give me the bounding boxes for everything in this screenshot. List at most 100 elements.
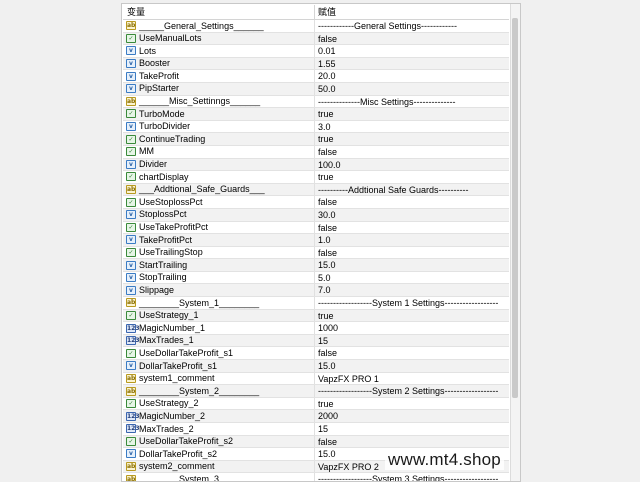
table-row[interactable]: v Slippage 7.0 — [123, 284, 509, 298]
table-row[interactable]: ab ________System_1________ --------------… — [123, 297, 509, 310]
table-row[interactable]: v StopTrailing 5.0 — [123, 271, 509, 285]
parameter-value-cell[interactable]: 2000 — [315, 410, 509, 422]
parameter-value-cell[interactable]: 15.0 — [315, 259, 509, 271]
parameter-name: MM — [139, 146, 154, 157]
parameter-name: Divider — [139, 159, 168, 170]
parameter-value-cell[interactable]: true — [315, 133, 509, 145]
parameter-name: MaxTrades_1 — [139, 335, 194, 346]
table-row[interactable]: 123 MaxTrades_1 15 — [123, 334, 509, 348]
string-param-icon: ab — [126, 96, 136, 106]
parameter-value-cell[interactable]: 30.0 — [315, 209, 509, 221]
parameter-value-cell[interactable]: 3.0 — [315, 121, 509, 133]
inputs-parameter-panel: 变量 赋值 ab _____General_Settings______ -----… — [121, 3, 521, 482]
column-header-variable[interactable]: 变量 — [123, 5, 315, 19]
parameter-value-cell[interactable]: true — [315, 171, 509, 183]
parameter-value-cell[interactable]: 7.0 — [315, 284, 509, 296]
parameter-name-cell: v DollarTakeProfit_s2 — [123, 448, 315, 460]
parameter-value-cell[interactable]: 5.0 — [315, 272, 509, 284]
table-row[interactable]: ✓ ContinueTrading true — [123, 133, 509, 146]
parameter-name: ________System_3________ — [139, 473, 260, 482]
parameter-value-cell[interactable]: false — [315, 436, 509, 448]
parameter-name-cell: ab system2_comment — [123, 460, 315, 473]
parameter-name-cell: ab _____General_Settings______ — [123, 20, 315, 32]
table-row[interactable]: ✓ MM false — [123, 145, 509, 159]
parameter-value-cell[interactable]: true — [315, 108, 509, 120]
parameter-value-cell[interactable]: ------------------System 3 Settings-----… — [315, 473, 509, 481]
parameter-value-cell[interactable]: ------------------System 1 Settings-----… — [315, 297, 509, 309]
parameter-value-cell[interactable]: ------------General Settings------------ — [315, 20, 509, 32]
parameter-value-cell[interactable]: VapzFX PRO 1 — [315, 373, 509, 385]
parameter-value-cell[interactable]: 15 — [315, 423, 509, 435]
parameter-name: UseDollarTakeProfit_s1 — [139, 347, 234, 358]
table-row[interactable]: v DollarTakeProfit_s1 15.0 — [123, 360, 509, 373]
table-row[interactable]: 123 MagicNumber_1 1000 — [123, 322, 509, 335]
double-param-icon: v — [126, 260, 136, 270]
table-row[interactable]: v TurboDivider 3.0 — [123, 120, 509, 134]
parameter-name-cell: v Divider — [123, 158, 315, 171]
parameter-name-cell: v StoplossPct — [123, 208, 315, 221]
parameter-value-cell[interactable]: false — [315, 347, 509, 359]
scrollbar-thumb[interactable] — [512, 18, 518, 398]
table-row[interactable]: v PipStarter 50.0 — [123, 82, 509, 96]
parameter-name: ______Misc_Settinngs______ — [139, 96, 261, 107]
parameter-name-cell: ✓ UseStrategy_2 — [123, 397, 315, 410]
table-row[interactable]: v Booster 1.55 — [123, 57, 509, 71]
table-row[interactable]: ✓ UseTakeProfitPct false — [123, 221, 509, 235]
table-row[interactable]: v TakeProfitPct 1.0 — [123, 234, 509, 247]
table-row[interactable]: 123 MagicNumber_2 2000 — [123, 410, 509, 423]
table-row[interactable]: ✓ chartDisplay true — [123, 171, 509, 184]
parameter-value-cell[interactable]: 50.0 — [315, 83, 509, 95]
table-row[interactable]: v TakeProfit 20.0 — [123, 70, 509, 83]
table-row[interactable]: ab ________System_3________ --------------… — [123, 473, 509, 482]
parameter-name: ________System_1________ — [139, 297, 260, 308]
parameter-value-cell[interactable]: 1000 — [315, 322, 509, 334]
parameter-value-cell[interactable]: 0.01 — [315, 45, 509, 57]
bool-param-icon: ✓ — [126, 399, 136, 409]
parameter-value-cell[interactable]: true — [315, 398, 509, 410]
table-row[interactable]: v Divider 100.0 — [123, 158, 509, 172]
parameter-value-cell[interactable]: false — [315, 196, 509, 208]
table-row[interactable]: ✓ UseManualLots false — [123, 32, 509, 46]
table-row[interactable]: ✓ UseTrailingStop false — [123, 246, 509, 260]
table-row[interactable]: ✓ UseDollarTakeProfit_s1 false — [123, 347, 509, 361]
table-row[interactable]: ab _____General_Settings______ -----------… — [123, 20, 509, 33]
table-row[interactable]: ✓ TurboMode true — [123, 108, 509, 121]
table-row[interactable]: v StoplossPct 30.0 — [123, 208, 509, 222]
table-row[interactable]: ab ________System_2________ --------------… — [123, 385, 509, 398]
parameter-value-cell[interactable]: ------------------System 2 Settings-----… — [315, 385, 509, 397]
bool-param-icon: ✓ — [126, 222, 136, 232]
parameter-value-cell[interactable]: false — [315, 33, 509, 45]
parameter-name-cell: ✓ chartDisplay — [123, 171, 315, 183]
column-header-value[interactable]: 赋值 — [315, 5, 509, 19]
parameter-name: UseDollarTakeProfit_s2 — [139, 436, 234, 447]
parameter-name-cell: ✓ UseDollarTakeProfit_s2 — [123, 435, 315, 448]
table-row[interactable]: ab ______Misc_Settinngs______ ------------… — [123, 95, 509, 109]
table-row[interactable]: ab system1_comment VapzFX PRO 1 — [123, 372, 509, 386]
parameter-name: ________System_2________ — [139, 385, 260, 396]
table-row[interactable]: ✓ UseStrategy_1 true — [123, 309, 509, 323]
parameter-name-cell: ✓ UseStoplossPct — [123, 196, 315, 208]
parameter-value-cell[interactable]: 1.55 — [315, 58, 509, 70]
vertical-scrollbar[interactable] — [510, 4, 520, 481]
parameter-value-cell[interactable]: --------------Misc Settings-------------… — [315, 96, 509, 108]
table-row[interactable]: ✓ UseStrategy_2 true — [123, 397, 509, 411]
table-row[interactable]: v Lots 0.01 — [123, 45, 509, 58]
table-row[interactable]: ✓ UseDollarTakeProfit_s2 false — [123, 435, 509, 449]
parameter-value-cell[interactable]: 15.0 — [315, 360, 509, 372]
parameter-name-cell: v StopTrailing — [123, 271, 315, 284]
parameter-value-cell[interactable]: 15 — [315, 335, 509, 347]
table-row[interactable]: ✓ UseStoplossPct false — [123, 196, 509, 209]
parameter-value-cell[interactable]: ----------Addtional Safe Guards---------… — [315, 184, 509, 196]
table-row[interactable]: v StartTrailing 15.0 — [123, 259, 509, 272]
table-row[interactable]: 123 MaxTrades_2 15 — [123, 423, 509, 436]
parameter-value-cell[interactable]: true — [315, 310, 509, 322]
parameter-value-cell[interactable]: false — [315, 222, 509, 234]
parameter-value-cell[interactable]: 20.0 — [315, 70, 509, 82]
parameter-value-cell[interactable]: 100.0 — [315, 159, 509, 171]
int-param-icon: 123 — [126, 424, 140, 434]
double-param-icon: v — [126, 71, 136, 81]
parameter-value-cell[interactable]: false — [315, 146, 509, 158]
parameter-value-cell[interactable]: 1.0 — [315, 234, 509, 246]
parameter-value-cell[interactable]: false — [315, 247, 509, 259]
table-row[interactable]: ab ___Addtional_Safe_Guards___ ----------A… — [123, 183, 509, 197]
